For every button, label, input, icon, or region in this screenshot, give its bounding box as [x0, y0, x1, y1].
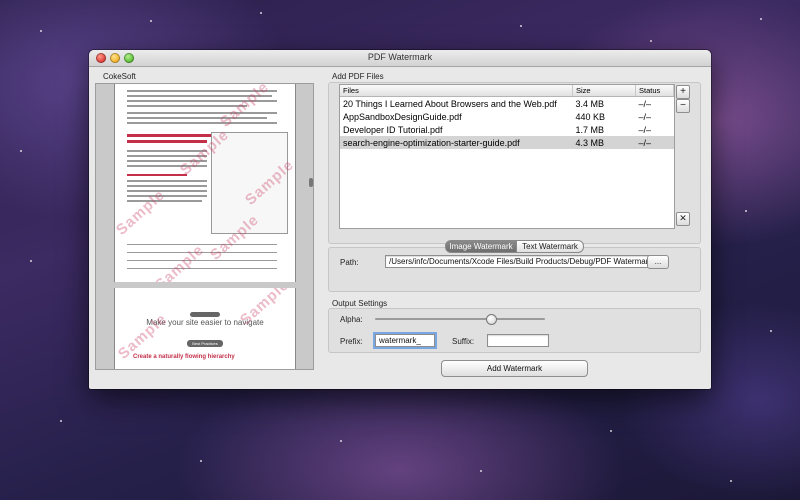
file-status: –/– — [638, 98, 652, 109]
preview-scroller[interactable] — [309, 178, 313, 187]
file-size: 3.4 MB — [575, 98, 605, 109]
table-row[interactable]: 20 Things I Learned About Browsers and t… — [340, 97, 674, 111]
preview-page-button: Best Practices — [187, 340, 223, 347]
files-table[interactable]: Files Size Status 20 Things I Learned Ab… — [339, 84, 675, 229]
table-row[interactable]: AppSandboxDesignGuide.pdf 440 KB –/– — [340, 110, 674, 123]
column-size[interactable]: Size — [572, 85, 636, 97]
table-row[interactable]: Developer ID Tutorial.pdf 1.7 MB –/– — [340, 123, 674, 136]
alpha-slider-knob[interactable] — [485, 314, 497, 325]
preview-label: CokeSoft — [103, 72, 136, 81]
file-size: 440 KB — [575, 111, 606, 122]
watermark-tab-panel — [328, 247, 701, 292]
preview-page-1: Sample Sample Sample Sample Sample Sampl… — [114, 84, 296, 282]
output-settings-label: Output Settings — [332, 299, 388, 308]
suffix-label: Suffix: — [452, 337, 475, 346]
add-files-label: Add PDF Files — [332, 72, 384, 81]
add-watermark-button[interactable]: Add Watermark — [441, 360, 588, 377]
alpha-label: Alpha: — [340, 315, 363, 324]
preview-page-subheading: Create a naturally flowing hierarchy — [133, 354, 235, 360]
file-status: –/– — [635, 136, 674, 149]
file-name: search-engine-optimization-starter-guide… — [340, 136, 573, 149]
alpha-slider[interactable] — [375, 318, 545, 320]
preview-page-2: Make your site easier to navigate Best P… — [114, 288, 296, 369]
file-size: 4.3 MB — [572, 136, 636, 149]
add-file-button[interactable]: + — [676, 85, 690, 99]
prefix-field[interactable]: watermark_ — [375, 334, 435, 347]
watermark-overlay: Sample — [151, 241, 208, 282]
file-name: Developer ID Tutorial.pdf — [343, 124, 443, 135]
suffix-field[interactable] — [487, 334, 549, 347]
file-status: –/– — [638, 124, 652, 135]
table-row-selected[interactable]: search-engine-optimization-starter-guide… — [340, 136, 674, 149]
tab-image-watermark[interactable]: Image Watermark — [445, 240, 517, 253]
browse-button[interactable]: ... — [647, 255, 669, 269]
remove-file-button[interactable]: − — [676, 99, 690, 113]
tab-text-watermark[interactable]: Text Watermark — [516, 240, 584, 253]
column-status[interactable]: Status — [635, 85, 674, 97]
clear-files-button[interactable]: ✕ — [676, 212, 690, 226]
window-title: PDF Watermark — [367, 52, 433, 62]
file-size: 1.7 MB — [575, 124, 605, 135]
title-bar[interactable]: PDF Watermark — [89, 50, 711, 67]
file-name: AppSandboxDesignGuide.pdf — [343, 111, 462, 122]
pdf-preview[interactable]: Sample Sample Sample Sample Sample Sampl… — [95, 83, 314, 370]
app-window: PDF Watermark CokeSoft Sample Sample Sam… — [89, 50, 711, 389]
path-field[interactable]: /Users/infc/Documents/Xcode Files/Build … — [385, 255, 649, 268]
path-label: Path: — [340, 258, 359, 267]
file-name: 20 Things I Learned About Browsers and t… — [343, 98, 557, 109]
column-files[interactable]: Files — [340, 85, 573, 97]
file-status: –/– — [638, 111, 652, 122]
prefix-label: Prefix: — [340, 337, 363, 346]
